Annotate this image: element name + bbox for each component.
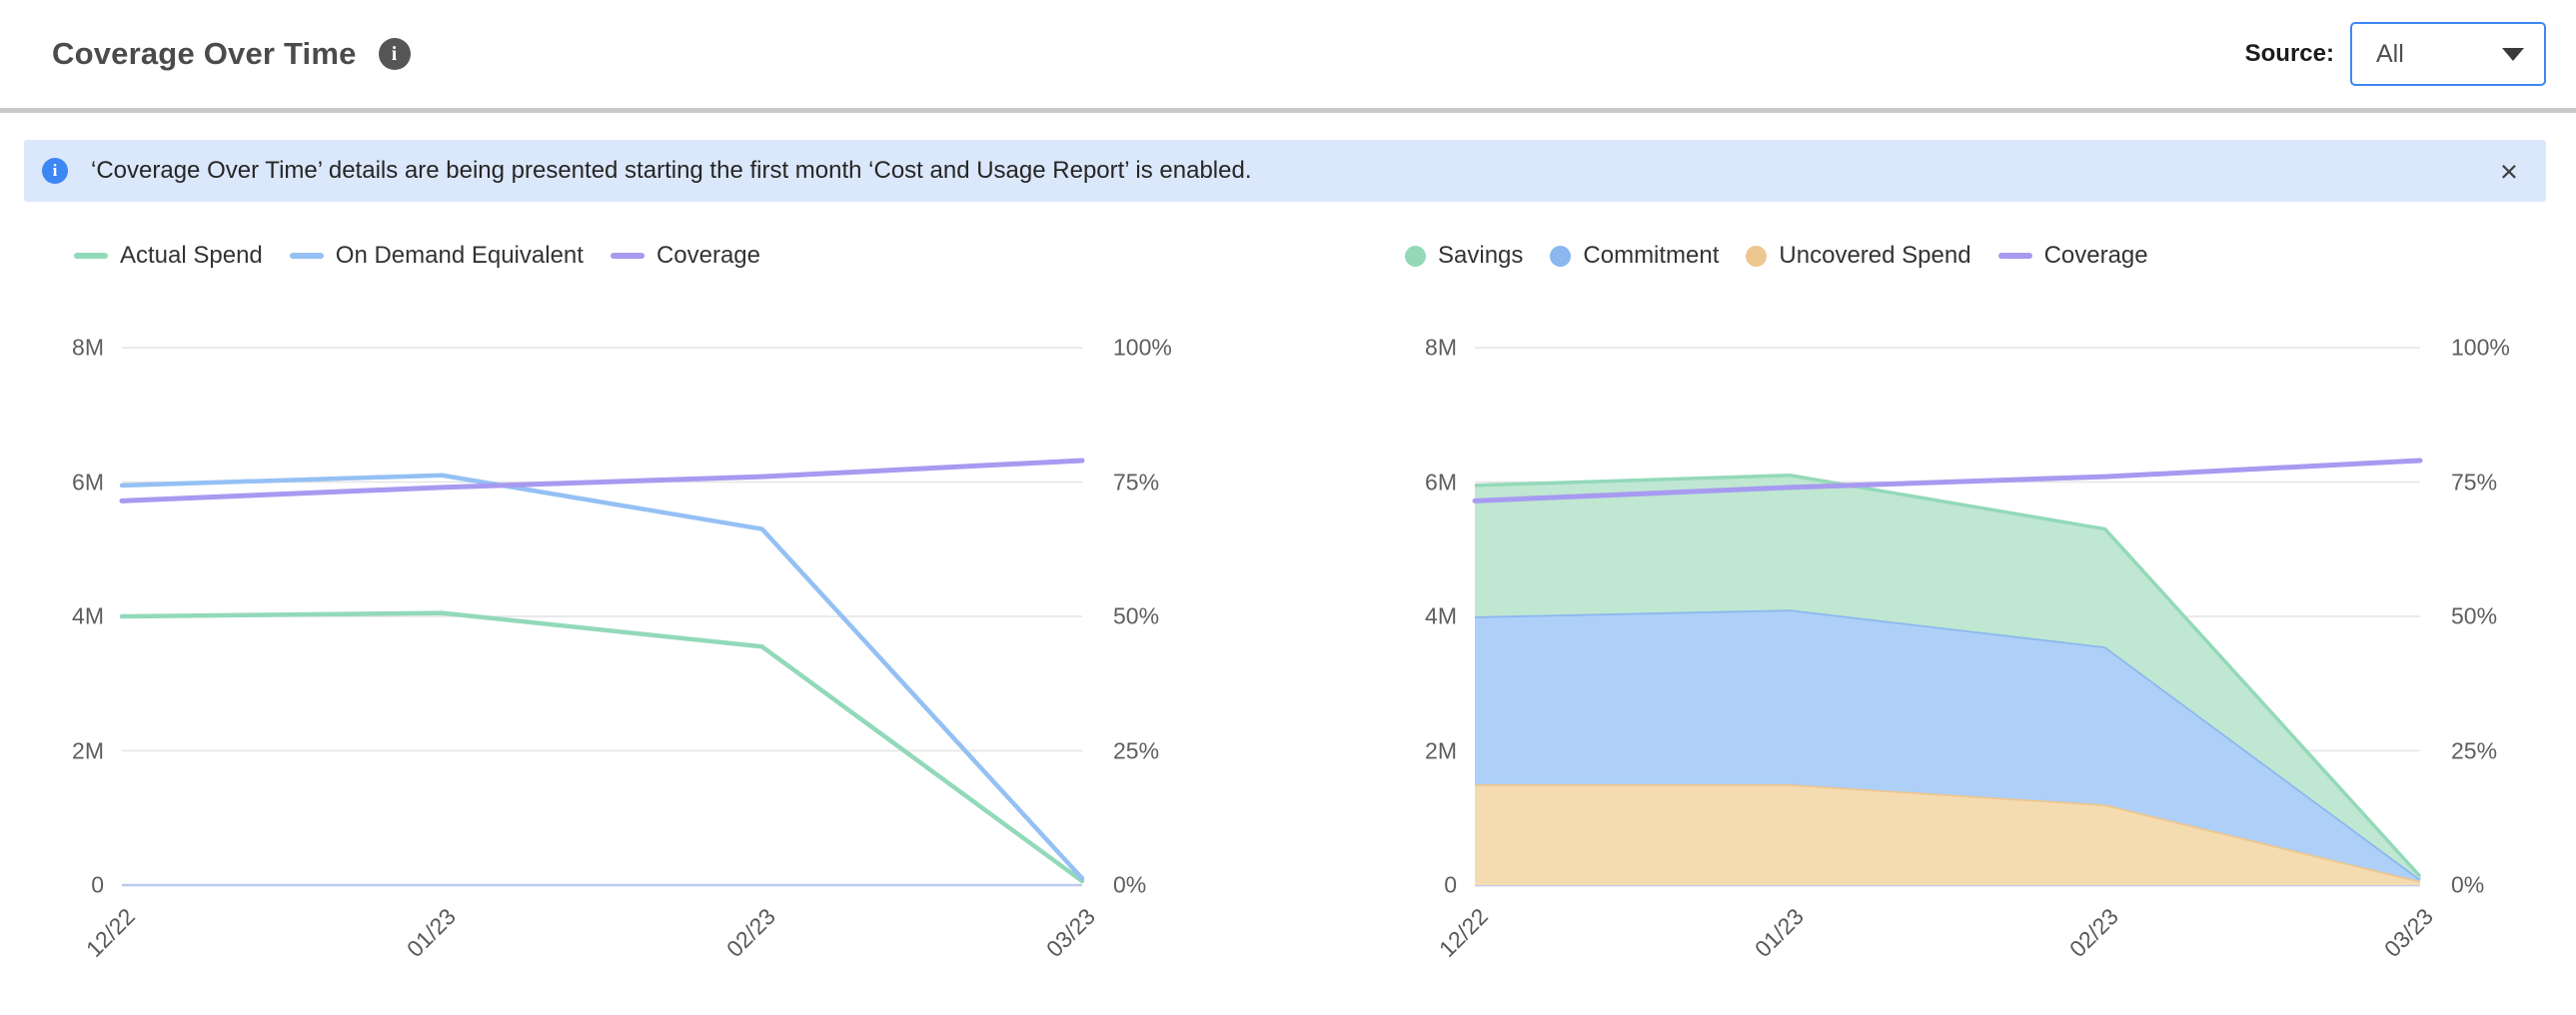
- y-axis-right: 100%75%50%25%0%: [2420, 348, 2508, 885]
- y-axis-tick: 8M: [1425, 335, 1457, 362]
- y-axis-tick: 100%: [2451, 335, 2510, 362]
- y-axis-tick: 25%: [1113, 737, 1159, 764]
- y-axis-tick: 6M: [72, 469, 104, 496]
- legend-label: Coverage: [2044, 242, 2148, 270]
- series-line-on-demand-equivalent: [122, 476, 1082, 879]
- y-axis-right: 100%75%50%25%0%: [1082, 348, 1170, 885]
- y-axis-tick: 6M: [1425, 469, 1457, 496]
- banner-close-icon[interactable]: ×: [2494, 156, 2524, 187]
- line-chart-canvas[interactable]: [122, 348, 1082, 885]
- y-axis-tick: 8M: [72, 335, 104, 362]
- savings-legend-marker-icon: [1405, 246, 1426, 267]
- y-axis-tick: 100%: [1113, 335, 1172, 362]
- area-chart-legend: Savings Commitment Uncovered Spend Coverage: [1405, 243, 2508, 269]
- line-chart-body: 8M6M4M2M0 12/2201/2302/2303/23 100%75%50…: [52, 348, 1170, 885]
- y-axis-tick: 25%: [2451, 737, 2497, 764]
- y-axis-tick: 4M: [72, 603, 104, 630]
- area-chart-plot[interactable]: 12/2201/2302/2303/23: [1475, 348, 2420, 885]
- banner-info-icon: i: [42, 158, 68, 184]
- widget-header: Coverage Over Time i Source: All: [0, 0, 2576, 108]
- series-line-actual-spend: [122, 613, 1082, 881]
- commitment-legend-marker-icon: [1550, 246, 1571, 267]
- legend-label: Coverage: [656, 242, 760, 270]
- y-axis-tick: 75%: [1113, 469, 1159, 496]
- header-divider: [0, 108, 2576, 113]
- x-axis-tick: 03/23: [1041, 903, 1101, 963]
- page-title: Coverage Over Time: [52, 36, 357, 72]
- line-chart-legend: Actual Spend On Demand Equivalent Coverage: [74, 243, 1170, 269]
- chevron-down-icon: [2502, 48, 2524, 61]
- legend-item-commitment[interactable]: Commitment: [1550, 242, 1719, 270]
- x-axis-tick: 02/23: [721, 903, 781, 963]
- x-axis-tick: 12/22: [81, 903, 141, 963]
- legend-item-on-demand-equivalent[interactable]: On Demand Equivalent: [290, 242, 584, 270]
- y-axis-tick: 0: [1444, 872, 1457, 899]
- coverage-area-chart: Savings Commitment Uncovered Spend Coverage…: [1405, 243, 2508, 885]
- area-chart-canvas[interactable]: [1475, 348, 2420, 885]
- x-axis-tick: 01/23: [402, 903, 462, 963]
- coverage-legend-marker-icon: [611, 253, 644, 259]
- legend-label: Commitment: [1583, 242, 1719, 270]
- legend-item-uncovered-spend[interactable]: Uncovered Spend: [1746, 242, 1970, 270]
- legend-label: On Demand Equivalent: [336, 242, 584, 270]
- source-filter: Source: All: [2245, 22, 2546, 86]
- y-axis-left: 8M6M4M2M0: [52, 348, 122, 885]
- y-axis-tick: 50%: [2451, 603, 2497, 630]
- x-axis-tick: 03/23: [2379, 903, 2439, 963]
- y-axis-tick: 0: [91, 872, 104, 899]
- coverage-legend-marker-icon: [1998, 253, 2032, 259]
- coverage-line-chart: Actual Spend On Demand Equivalent Coverage…: [52, 243, 1170, 885]
- uncovered-spend-legend-marker-icon: [1746, 246, 1767, 267]
- y-axis-left: 8M6M4M2M0: [1405, 348, 1475, 885]
- on-demand-equivalent-legend-marker-icon: [290, 253, 324, 259]
- x-axis-tick: 12/22: [1434, 903, 1494, 963]
- legend-item-coverage[interactable]: Coverage: [611, 242, 760, 270]
- y-axis-tick: 4M: [1425, 603, 1457, 630]
- source-dropdown[interactable]: All: [2350, 22, 2546, 86]
- source-label: Source:: [2245, 40, 2334, 68]
- y-axis-tick: 2M: [72, 737, 104, 764]
- y-axis-tick: 50%: [1113, 603, 1159, 630]
- line-chart-plot[interactable]: 12/2201/2302/2303/23: [122, 348, 1082, 885]
- x-axis-tick: 01/23: [1750, 903, 1810, 963]
- area-chart-body: 8M6M4M2M0 12/2201/2302/2303/23 100%75%50…: [1405, 348, 2508, 885]
- info-icon[interactable]: i: [379, 38, 411, 70]
- info-banner: i ‘Coverage Over Time’ details are being…: [24, 140, 2546, 202]
- banner-text: ‘Coverage Over Time’ details are being p…: [91, 157, 1252, 185]
- x-axis-labels: 12/2201/2302/2303/23: [1475, 885, 2420, 977]
- y-axis-tick: 75%: [2451, 469, 2497, 496]
- actual-spend-legend-marker-icon: [74, 253, 108, 259]
- source-dropdown-value: All: [2376, 40, 2404, 69]
- legend-label: Actual Spend: [120, 242, 263, 270]
- x-axis-tick: 02/23: [2064, 903, 2124, 963]
- legend-item-coverage[interactable]: Coverage: [1998, 242, 2148, 270]
- y-axis-tick: 0%: [1113, 872, 1146, 899]
- legend-item-savings[interactable]: Savings: [1405, 242, 1523, 270]
- charts-row: Actual Spend On Demand Equivalent Coverage…: [0, 243, 2576, 885]
- y-axis-tick: 0%: [2451, 872, 2484, 899]
- y-axis-tick: 2M: [1425, 737, 1457, 764]
- x-axis-labels: 12/2201/2302/2303/23: [122, 885, 1082, 977]
- legend-item-actual-spend[interactable]: Actual Spend: [74, 242, 263, 270]
- legend-label: Savings: [1438, 242, 1523, 270]
- legend-label: Uncovered Spend: [1779, 242, 1970, 270]
